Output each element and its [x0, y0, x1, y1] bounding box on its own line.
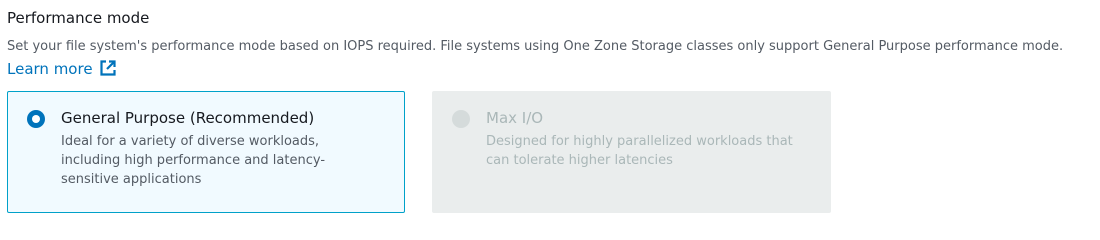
- performance-mode-label: Performance mode: [7, 9, 150, 27]
- description-text: Set your file system's performance mode …: [7, 39, 1064, 54]
- general-purpose-option[interactable]: General Purpose (Recommended) Ideal for …: [7, 91, 405, 213]
- learn-more-label: Learn more: [7, 60, 93, 78]
- max-io-option: Max I/O Designed for highly parallelized…: [432, 91, 831, 213]
- general-purpose-radio[interactable]: [27, 110, 45, 128]
- external-link-icon: [99, 59, 117, 77]
- performance-mode-section: Performance mode Set your file system's …: [0, 0, 1100, 229]
- max-io-description: Designed for highly parallelized workloa…: [486, 134, 793, 168]
- general-purpose-title: General Purpose (Recommended): [61, 109, 315, 127]
- general-purpose-description: Ideal for a variety of diverse workloads…: [61, 134, 326, 187]
- learn-more-link[interactable]: Learn more: [7, 60, 117, 78]
- max-io-title: Max I/O: [486, 109, 544, 127]
- performance-mode-description: Set your file system's performance mode …: [7, 36, 1067, 82]
- max-io-radio: [452, 110, 470, 128]
